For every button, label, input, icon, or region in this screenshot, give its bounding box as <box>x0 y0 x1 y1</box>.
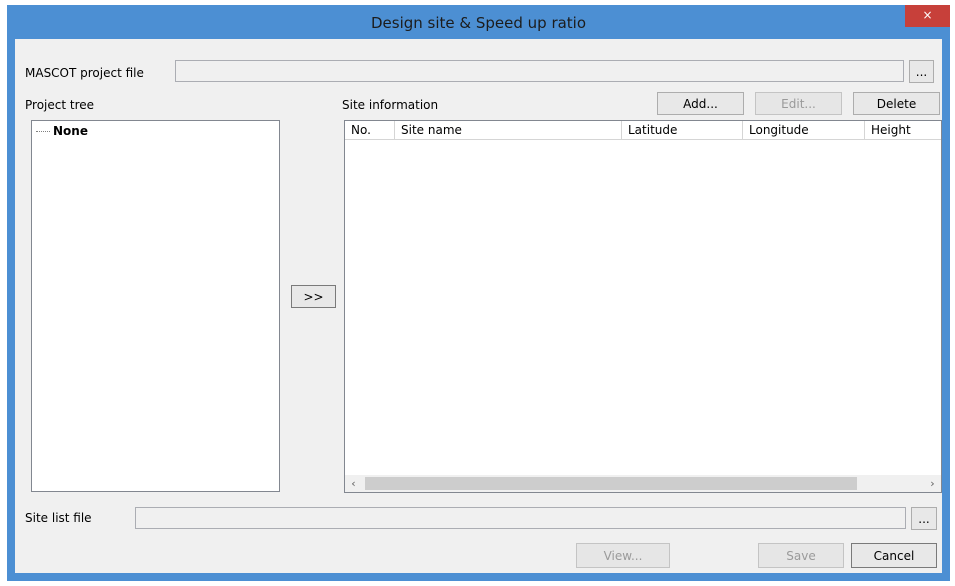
horizontal-scrollbar[interactable]: ‹ › <box>345 475 941 492</box>
site-information-label: Site information <box>342 98 439 112</box>
site-list-file-field[interactable] <box>135 507 906 529</box>
close-button[interactable]: × <box>905 5 950 27</box>
site-list-browse-button[interactable]: ... <box>911 507 937 530</box>
column-header-height[interactable]: Height <box>865 121 941 140</box>
scroll-left-icon[interactable]: ‹ <box>345 475 362 492</box>
tree-connector <box>36 130 50 132</box>
view-button[interactable]: View... <box>576 543 670 568</box>
cancel-button[interactable]: Cancel <box>851 543 937 568</box>
scrollbar-thumb[interactable] <box>365 477 857 490</box>
transfer-button[interactable]: >> <box>291 285 336 308</box>
add-site-button[interactable]: Add... <box>657 92 744 115</box>
scroll-right-icon[interactable]: › <box>924 475 941 492</box>
title-bar[interactable]: Design site & Speed up ratio × <box>7 5 950 39</box>
site-list-view[interactable]: No. Site name Latitude Longitude Height … <box>344 120 942 493</box>
mascot-browse-button[interactable]: ... <box>909 60 934 83</box>
mascot-project-file-label: MASCOT project file <box>25 66 144 80</box>
project-tree-label: Project tree <box>25 98 95 112</box>
close-icon: × <box>922 8 933 22</box>
column-header-latitude[interactable]: Latitude <box>622 121 743 140</box>
save-button[interactable]: Save <box>758 543 844 568</box>
dialog-window: Design site & Speed up ratio × MASCOT pr… <box>7 5 950 581</box>
tree-item-none[interactable]: None <box>36 124 88 138</box>
site-list-file-label: Site list file <box>25 511 92 525</box>
delete-site-button[interactable]: Delete <box>853 92 940 115</box>
column-header-longitude[interactable]: Longitude <box>743 121 865 140</box>
tree-item-label: None <box>53 124 88 138</box>
mascot-project-file-field[interactable] <box>175 60 904 82</box>
column-header-no[interactable]: No. <box>345 121 395 140</box>
dialog-body: MASCOT project file ... Project tree Non… <box>15 39 942 573</box>
window-title: Design site & Speed up ratio <box>370 14 587 32</box>
edit-site-button[interactable]: Edit... <box>755 92 842 115</box>
column-header-site-name[interactable]: Site name <box>395 121 622 140</box>
list-header: No. Site name Latitude Longitude Height <box>345 121 941 140</box>
project-tree[interactable]: None <box>31 120 280 492</box>
